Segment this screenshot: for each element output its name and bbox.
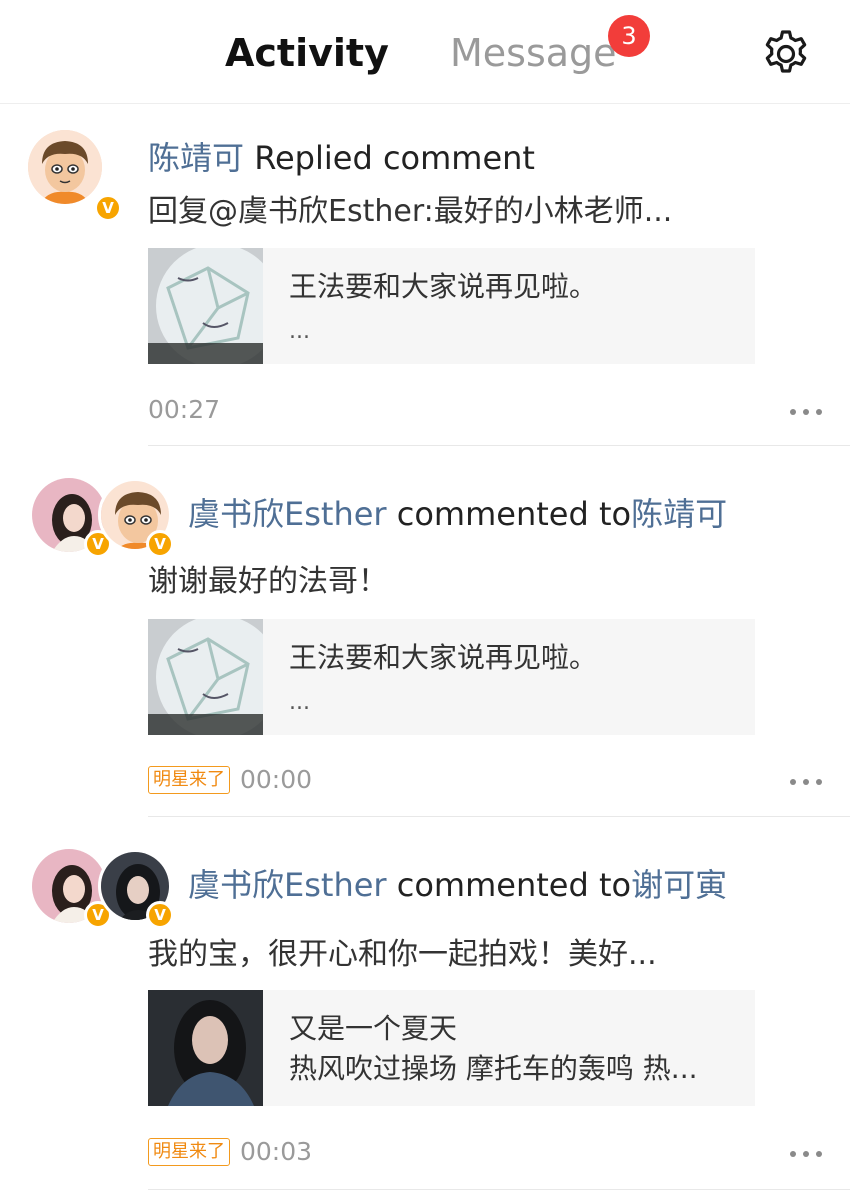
top-bar: Activity Message 3 bbox=[0, 0, 850, 104]
activity-action: Replied comment bbox=[244, 139, 535, 177]
star-tag[interactable]: 明星来了 bbox=[148, 766, 230, 794]
post-thumbnail bbox=[148, 990, 263, 1106]
star-tag[interactable]: 明星来了 bbox=[148, 1138, 230, 1166]
comment-text[interactable]: 我的宝，很开心和你一起拍戏！美好... bbox=[148, 935, 657, 975]
user-name-link[interactable]: 虞书欣Esther bbox=[188, 495, 387, 533]
timestamp: 00:03 bbox=[240, 1137, 313, 1166]
activity-title: 虞书欣Esther commented to谢可寅 bbox=[188, 865, 727, 905]
post-excerpt: 热风吹过操场 摩托车的轰鸣 热... bbox=[289, 1052, 698, 1085]
verified-badge: V bbox=[146, 530, 174, 558]
message-count-badge: 3 bbox=[608, 15, 650, 57]
more-options-icon[interactable] bbox=[790, 776, 822, 786]
tab-activity[interactable]: Activity bbox=[222, 28, 393, 81]
post-thumbnail bbox=[148, 619, 263, 735]
divider bbox=[148, 816, 850, 817]
post-preview-card[interactable]: 王法要和大家说再见啦。 ... bbox=[148, 248, 755, 364]
timestamp: 00:00 bbox=[240, 765, 313, 794]
post-thumbnail bbox=[148, 248, 263, 364]
meta-row: 明星来了 00:00 bbox=[148, 762, 312, 798]
target-user-link[interactable]: 陈靖可 bbox=[631, 495, 727, 533]
post-preview-card[interactable]: 又是一个夏天 热风吹过操场 摩托车的轰鸣 热... bbox=[148, 990, 755, 1106]
tab-activity-label: Activity bbox=[225, 31, 389, 75]
post-title: 王法要和大家说再见啦。 bbox=[289, 270, 598, 303]
post-title: 王法要和大家说再见啦。 bbox=[289, 641, 598, 674]
target-user-link[interactable]: 谢可寅 bbox=[631, 866, 727, 904]
cartoon-avatar-icon bbox=[28, 130, 102, 204]
comment-text[interactable]: 谢谢最好的法哥！ bbox=[148, 562, 388, 602]
tab-message-label: Message bbox=[450, 31, 617, 75]
meta-row: 00:27 bbox=[148, 392, 220, 428]
gear-icon[interactable] bbox=[760, 28, 812, 80]
avatar[interactable] bbox=[28, 130, 102, 204]
more-options-icon[interactable] bbox=[790, 1148, 822, 1158]
timestamp: 00:27 bbox=[148, 395, 221, 424]
tab-message[interactable]: Message bbox=[450, 28, 617, 78]
activity-title: 虞书欣Esther commented to陈靖可 bbox=[188, 494, 727, 534]
divider bbox=[148, 1189, 850, 1190]
post-excerpt: ... bbox=[289, 319, 310, 344]
user-name-link[interactable]: 虞书欣Esther bbox=[188, 866, 387, 904]
user-name-link[interactable]: 陈靖可 bbox=[148, 139, 244, 177]
more-options-icon[interactable] bbox=[790, 406, 822, 416]
verified-badge: V bbox=[94, 194, 122, 222]
post-excerpt: ... bbox=[289, 690, 310, 715]
post-preview-card[interactable]: 王法要和大家说再见啦。 ... bbox=[148, 619, 755, 735]
meta-row: 明星来了 00:03 bbox=[148, 1134, 312, 1170]
verified-badge: V bbox=[146, 901, 174, 929]
post-title: 又是一个夏天 bbox=[289, 1012, 458, 1045]
activity-title: 陈靖可 Replied comment bbox=[148, 138, 535, 178]
activity-action: commented to bbox=[386, 495, 632, 533]
comment-text[interactable]: 回复@虞书欣Esther:最好的小林老师... bbox=[148, 192, 672, 232]
activity-action: commented to bbox=[386, 866, 632, 904]
divider bbox=[148, 445, 850, 446]
